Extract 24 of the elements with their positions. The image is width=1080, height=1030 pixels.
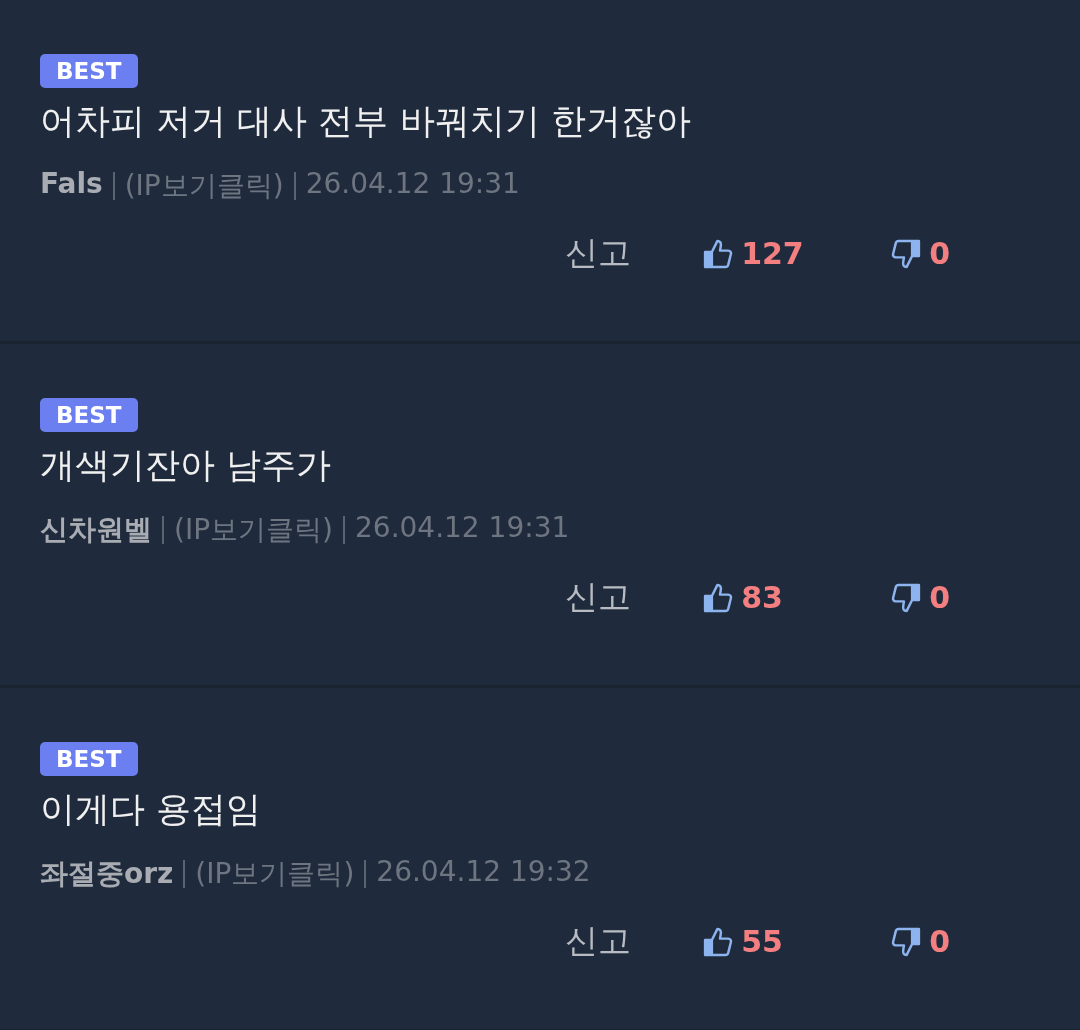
timestamp: 26.04.12 19:31	[355, 511, 570, 546]
dislike-button[interactable]: 0	[889, 924, 950, 959]
like-button[interactable]: 55	[701, 924, 832, 959]
report-button[interactable]: 신고	[565, 919, 632, 964]
best-badge: BEST	[40, 398, 138, 432]
like-button[interactable]: 83	[701, 580, 832, 615]
dislike-button[interactable]: 0	[889, 236, 950, 271]
dislike-button[interactable]: 0	[889, 580, 950, 615]
report-button[interactable]: 신고	[565, 575, 632, 620]
author-name[interactable]: Fals	[40, 167, 103, 205]
ip-link[interactable]: (IP보기클릭)	[195, 855, 355, 893]
like-button[interactable]: 127	[701, 236, 832, 271]
ip-link[interactable]: (IP보기클릭)	[124, 167, 284, 205]
ip-link[interactable]: (IP보기클릭)	[174, 511, 333, 549]
timestamp: 26.04.12 19:31	[305, 167, 520, 202]
author-name[interactable]: 신차원벨	[40, 511, 152, 549]
comment-text: 이게다 용접임	[40, 788, 263, 831]
timestamp: 26.04.12 19:32	[376, 855, 591, 890]
comment-text: 개색기잔아 남주가	[40, 444, 333, 487]
author-name[interactable]: 좌절중orz	[40, 855, 174, 893]
report-button[interactable]: 신고	[565, 231, 632, 276]
best-badge: BEST	[40, 742, 138, 776]
best-badge: BEST	[40, 54, 138, 88]
comment-text: 어차피 저거 대사 전부 바꿔치기 한거잖아	[40, 100, 692, 143]
